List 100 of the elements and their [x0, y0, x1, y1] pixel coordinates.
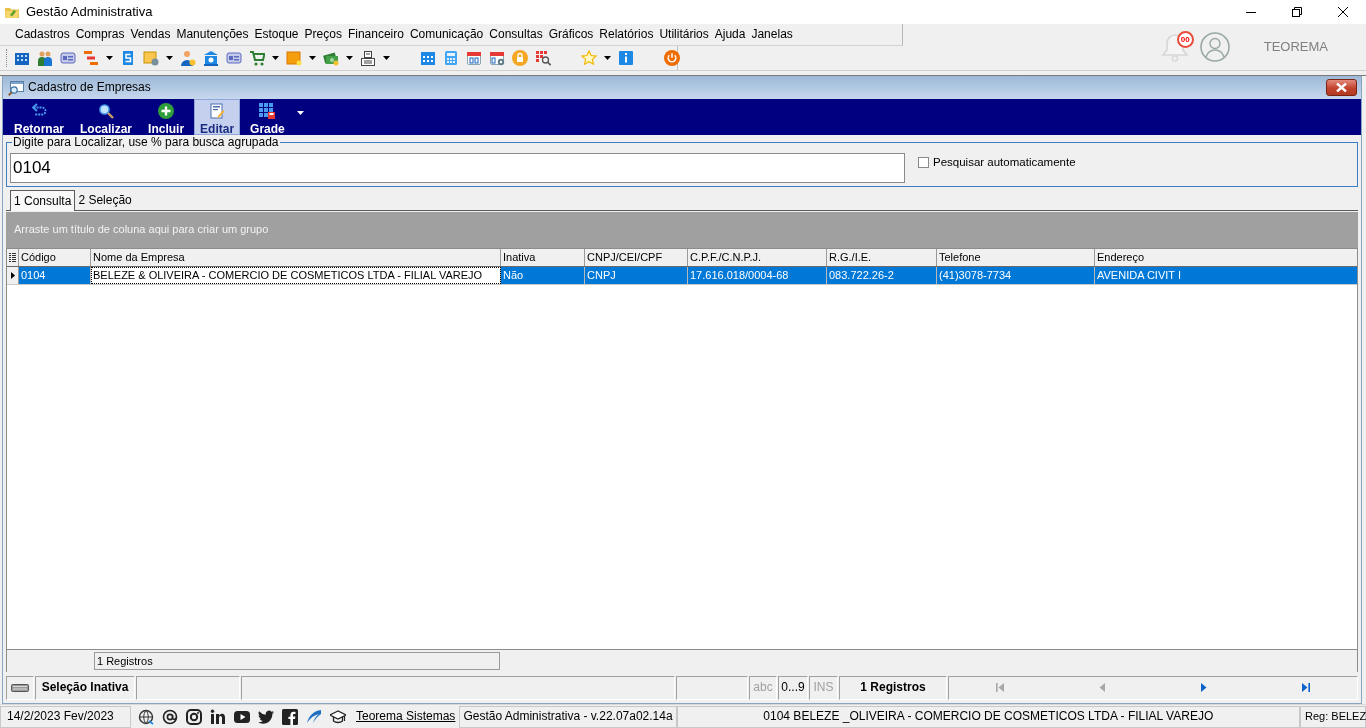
document-icon[interactable]: [120, 49, 136, 66]
toolbar-button[interactable]: Incluir: [142, 99, 191, 135]
instagram-icon[interactable]: [186, 708, 202, 725]
window-title: Gestão Administrativa: [26, 3, 153, 21]
menu-item[interactable]: Cadastros: [12, 24, 73, 45]
cart-icon[interactable]: [249, 49, 265, 66]
status-text: Seleção Inativa: [35, 675, 135, 700]
search-label: Digite para Localizar, use % para busca agrupada: [12, 136, 280, 149]
menu-item[interactable]: Janelas: [748, 24, 796, 45]
edit-icon[interactable]: [209, 103, 226, 119]
search-window-icon: [8, 79, 24, 96]
checkbox[interactable]: [918, 156, 929, 168]
caret-icon[interactable]: [309, 55, 316, 60]
menu-item[interactable]: Manutenções: [173, 24, 252, 45]
current-row-icon: [10, 272, 15, 279]
table-cell: CNPJ: [585, 267, 688, 284]
table-cell-text: AVENIDA CIVIT I: [1096, 268, 1182, 283]
facebook-icon[interactable]: [282, 708, 298, 725]
grid-icon[interactable]: [259, 103, 276, 119]
column-header[interactable]: C.P.F./C.N.P.J.: [688, 249, 827, 266]
table-cell: 17.616.018/0004-68: [688, 267, 827, 284]
menu-item[interactable]: Estoque: [251, 24, 302, 45]
restore-icon[interactable]: [1292, 7, 1302, 17]
column-header[interactable]: Nome da Empresa: [91, 249, 501, 266]
id-card-icon[interactable]: [226, 49, 242, 66]
status-indicator: INS: [809, 675, 838, 700]
globe-icon[interactable]: [138, 708, 154, 725]
at-icon[interactable]: [162, 708, 178, 725]
record-count: 1 Registros: [94, 652, 500, 670]
column-header[interactable]: R.G./I.E.: [827, 249, 937, 266]
plus-icon[interactable]: [158, 103, 175, 119]
search-icon[interactable]: [98, 103, 115, 119]
website-link[interactable]: Teorema Sistemas: [356, 709, 456, 724]
table-cell: 083.722.26-2: [827, 267, 937, 284]
toolbar-button[interactable]: Localizar: [74, 99, 139, 135]
status-indicator: 0...9: [778, 675, 808, 700]
dropdown-caret-icon[interactable]: [296, 111, 304, 115]
window-title: Cadastro de Empresas: [28, 80, 151, 95]
group-panel-hint: Arraste um título de coluna aqui para criar um grupo: [14, 223, 269, 237]
id-card-icon[interactable]: [60, 49, 76, 66]
menu-item[interactable]: Ajuda: [711, 24, 749, 45]
hierarchy-icon[interactable]: [83, 49, 99, 66]
caret-icon[interactable]: [166, 55, 173, 60]
column-header[interactable]: Telefone: [937, 249, 1095, 266]
close-icon[interactable]: [1338, 7, 1348, 17]
box-icon[interactable]: [143, 49, 159, 66]
caret-icon[interactable]: [272, 55, 279, 60]
search-field[interactable]: 0104: [10, 153, 905, 183]
table-row[interactable]: 0104 BELEZE & OLIVEIRA - COMERCIO DE COSMETICOS LTDA - FILIAL VAREJO Não CNPJ 17.616.018/0004-68 083.722.26-2 (41)3078-7734 AVENIDA CIVIT I: [7, 267, 1357, 285]
caret-icon[interactable]: [106, 55, 113, 60]
table-cell: Não: [501, 267, 585, 284]
column-header[interactable]: Código: [19, 249, 91, 266]
caret-icon[interactable]: [604, 55, 611, 60]
power-icon[interactable]: [664, 49, 680, 66]
company-text: 0104 BELEZE _OLIVEIRA - COMERCIO DE COSMETICOS LTDA - FILIAL VAREJO: [676, 705, 1300, 728]
column-chooser-icon[interactable]: [9, 253, 16, 262]
status-indicator: abc: [749, 675, 777, 700]
menu-item[interactable]: Comunicação: [406, 24, 487, 45]
people-icon[interactable]: [37, 49, 53, 66]
menu-item[interactable]: Gráficos: [545, 24, 597, 45]
toolbar-button[interactable]: Grade: [244, 99, 291, 135]
graduation-cap-icon[interactable]: [330, 708, 346, 725]
registration-text: Reg: BELEZ: [1300, 705, 1366, 728]
column-header[interactable]: CNPJ/CEI/CPF: [585, 249, 688, 266]
linkedin-icon[interactable]: [210, 708, 226, 725]
cash-register-icon[interactable]: [360, 49, 376, 66]
calendar-gear-icon[interactable]: [489, 49, 505, 66]
calendar-icon[interactable]: [466, 49, 482, 66]
menu-item[interactable]: Preços: [301, 24, 345, 45]
status-count: 1 Registros: [839, 675, 947, 700]
toolbar-button[interactable]: Editar: [194, 99, 241, 135]
column-header[interactable]: Endereço: [1095, 249, 1357, 266]
table-cell: BELEZE & OLIVEIRA - COMERCIO DE COSMETICOS LTDA - FILIAL VAREJO: [91, 267, 501, 284]
info-icon[interactable]: [618, 49, 634, 66]
column-header[interactable]: Inativa: [501, 249, 585, 266]
checkbox-label[interactable]: Pesquisar automaticamente: [933, 155, 1076, 170]
last-record-icon[interactable]: [1302, 683, 1310, 692]
next-icon[interactable]: [1200, 683, 1208, 692]
user-name: TEOREMA: [1263, 38, 1328, 56]
bank-icon[interactable]: [203, 49, 219, 66]
tab[interactable]: 1 Consulta: [10, 190, 76, 211]
grid-search-icon[interactable]: [535, 49, 551, 66]
star-icon[interactable]: [581, 49, 597, 66]
toolbar-button[interactable]: Retornar: [8, 99, 70, 135]
menu-item[interactable]: Relatórios: [596, 24, 657, 45]
caret-icon[interactable]: [383, 55, 390, 60]
close-button[interactable]: [1326, 79, 1357, 96]
version-text: Gestão Administrativa - v.22.07a02.14a: [459, 705, 677, 728]
menu-item[interactable]: Vendas: [127, 24, 174, 45]
menu-item[interactable]: Compras: [72, 24, 128, 45]
keyboard-icon[interactable]: [11, 683, 29, 692]
tab[interactable]: 2 Seleção: [75, 190, 135, 210]
menu-item[interactable]: Consultas: [486, 24, 546, 45]
person-coin-icon[interactable]: [180, 49, 196, 66]
calendar-icon[interactable]: [420, 49, 436, 66]
caret-icon[interactable]: [346, 55, 353, 60]
twitter-icon[interactable]: [258, 708, 274, 725]
youtube-icon[interactable]: [234, 708, 250, 725]
menu-item[interactable]: Financeiro: [344, 24, 407, 45]
menu-item[interactable]: Utilitários: [656, 24, 712, 45]
